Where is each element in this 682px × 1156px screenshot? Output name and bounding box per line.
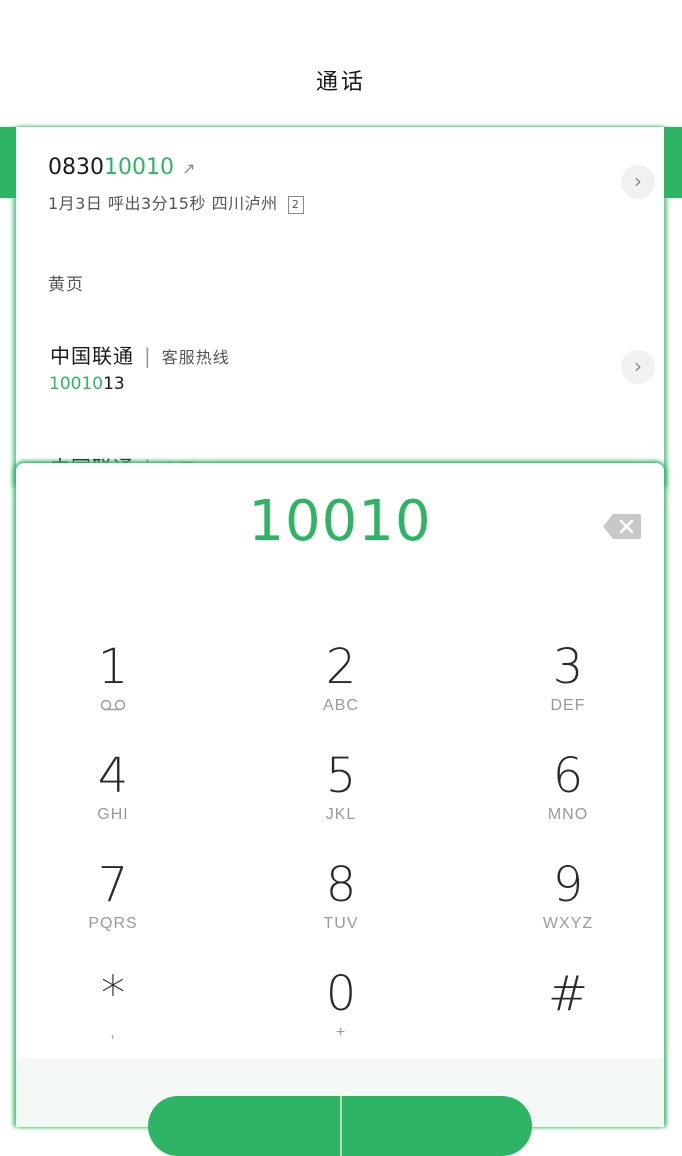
key-letters: TUV [323,915,359,932]
voicemail-icon [100,699,126,711]
key-letters: WXYZ [542,915,594,932]
dialpad-panel: 10010 1 2 ABC 3 DEF 4 GHI 5 JKL 6 MNO 7 … [16,463,664,1156]
key-star[interactable]: * , [33,968,193,1068]
key-digit: 5 [325,748,357,804]
number-rest: 13 [103,374,125,394]
key-7[interactable]: 7 PQRS [33,859,193,959]
key-letters: GHI [97,806,129,823]
key-digit: 9 [552,857,584,913]
key-letters: JKL [325,806,357,823]
section-label-yellow-pages: 黄页 [48,275,84,295]
key-letters: ABC [323,697,359,714]
backspace-icon[interactable] [603,514,641,539]
contact-tag: 客服热线 [161,348,230,367]
dialed-number-display[interactable]: 10010 [16,489,664,554]
page-title: 通话 [315,70,366,95]
key-9[interactable]: 9 WXYZ [488,859,648,959]
key-digit: 4 [97,748,129,804]
key-8[interactable]: 8 TUV [261,859,421,959]
key-letters: + [335,1024,347,1041]
key-5[interactable]: 5 JKL [261,750,421,850]
outgoing-arrow-icon: ↗ [182,159,196,178]
recent-call-number: 083010010 ↗ [48,155,195,180]
yellow-page-entry[interactable]: 中国联通 | 客服热线 1001013 › [16,317,664,407]
contact-name: 中国联通 [50,344,134,368]
right-accent-edge [664,127,682,198]
contact-name-line: 中国联通 | 客服热线 [50,340,230,369]
key-digit: 2 [325,639,357,695]
key-hash[interactable]: # [488,968,648,1068]
call-button[interactable] [148,1096,532,1156]
chevron-right-icon[interactable]: › [621,165,655,199]
key-digit: 3 [552,639,584,695]
chevron-right-icon[interactable]: › [621,350,655,384]
key-2[interactable]: 2 ABC [261,641,421,741]
key-digit: 7 [97,857,129,913]
key-0[interactable]: 0 + [261,968,421,1068]
key-letters [488,1024,648,1042]
search-results-list: 083010010 ↗ 1月3日 呼出3分15秒 四川泸州 2 › 黄页 中国联通 |… [16,127,664,487]
recent-call-row[interactable]: 083010010 ↗ 1月3日 呼出3分15秒 四川泸州 2 › [16,127,664,237]
key-digit: 8 [325,857,357,913]
separator: | [144,344,152,368]
number-match-highlight: 10010 [104,155,174,180]
key-3[interactable]: 3 DEF [488,641,648,741]
key-digit: * [101,966,125,1022]
key-digit: 6 [552,748,584,804]
key-1[interactable]: 1 [33,641,193,741]
key-letters: MNO [547,806,589,823]
key-6[interactable]: 6 MNO [488,750,648,850]
key-letters: PQRS [88,915,138,932]
key-letters: , [110,1024,116,1041]
call-button-divider [340,1096,342,1156]
call-action-bar [16,1058,664,1156]
number-prefix: 0830 [48,155,104,180]
key-4[interactable]: 4 GHI [33,750,193,850]
key-digit: 0 [325,966,357,1022]
key-digit: # [547,966,589,1022]
recent-call-meta: 1月3日 呼出3分15秒 四川泸州 2 [48,190,304,214]
number-match-highlight: 10010 [49,374,104,394]
call-details-text: 1月3日 呼出3分15秒 四川泸州 [48,194,278,213]
key-digit: 1 [97,639,129,695]
app-header: 通话 [0,0,682,127]
key-letters: DEF [550,697,586,714]
call-count-badge: 2 [287,196,304,214]
contact-number: 1001013 [49,374,125,394]
